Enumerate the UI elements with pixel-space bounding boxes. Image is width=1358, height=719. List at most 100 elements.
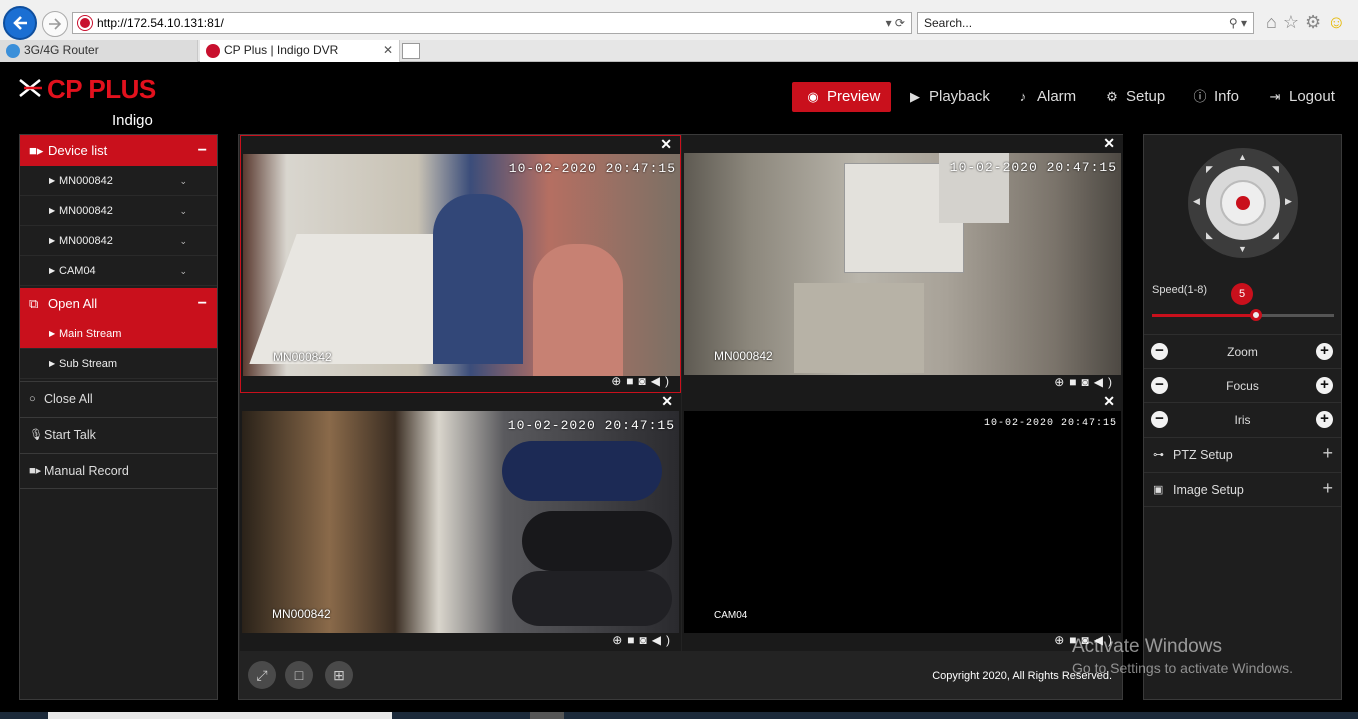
- refresh-icon[interactable]: ▾ ⟳: [886, 13, 905, 33]
- collapse-icon[interactable]: −: [198, 135, 207, 166]
- speed-slider[interactable]: [1152, 309, 1334, 321]
- stream-sub[interactable]: ▶ Sub Stream: [20, 349, 217, 379]
- ptz-direction-pad[interactable]: ▲ ▼ ◀ ▶ ◤ ◥ ◣ ◢: [1188, 148, 1298, 258]
- smiley-icon[interactable]: ☺: [1327, 12, 1351, 32]
- cp-plus-favicon-icon: [206, 44, 220, 58]
- snapshot-icon[interactable]: ◙: [640, 633, 652, 647]
- ptz-center-button[interactable]: [1220, 180, 1266, 226]
- activate-windows-title: Activate Windows: [1072, 636, 1222, 657]
- snapshot-icon[interactable]: ◙: [639, 374, 651, 388]
- nav-playback[interactable]: ▶ Playback: [908, 82, 990, 112]
- nav-alarm[interactable]: ♪ Alarm: [1016, 82, 1076, 112]
- zoom-in-icon[interactable]: ⊕: [1054, 375, 1069, 389]
- close-icon[interactable]: ✕: [1103, 135, 1115, 152]
- volume-icon[interactable]: ◀): [1094, 375, 1117, 389]
- chevron-down-icon[interactable]: ⌄: [179, 226, 187, 256]
- expand-plus-icon[interactable]: +: [1322, 471, 1333, 506]
- snapshot-icon[interactable]: ◙: [1082, 375, 1094, 389]
- dvr-app: CP PLUS Indigo ◉ Preview ▶ Playback ♪ Alarm…: [0, 62, 1358, 712]
- close-all-button[interactable]: ○ Close All: [20, 381, 217, 417]
- settings-gear-icon[interactable]: ⚙: [1305, 12, 1327, 32]
- stream-main[interactable]: ▶ Main Stream: [20, 319, 217, 349]
- expand-plus-icon[interactable]: +: [1322, 436, 1333, 471]
- image-setup-section[interactable]: ▣ Image Setup +: [1144, 472, 1341, 507]
- nav-setup[interactable]: ⚙ Setup: [1105, 82, 1165, 112]
- quad-view-button[interactable]: ⊞: [325, 661, 353, 689]
- chevron-down-icon[interactable]: ⌄: [179, 256, 187, 286]
- fullscreen-icon: ⤢: [256, 667, 268, 683]
- nav-info[interactable]: ⓘ Info: [1193, 82, 1239, 112]
- zoom-in-button[interactable]: +: [1316, 343, 1333, 360]
- iris-plus-button[interactable]: +: [1316, 411, 1333, 428]
- device-item[interactable]: ▶ CAM04 ⌄: [20, 256, 217, 286]
- chevron-down-icon[interactable]: ⌄: [179, 166, 187, 196]
- record-icon[interactable]: ■: [626, 374, 638, 388]
- device-list-header[interactable]: ■▸ Device list −: [20, 135, 217, 166]
- focus-label: Focus: [1226, 379, 1259, 393]
- taskbar-app[interactable]: [530, 712, 564, 719]
- image-setup-label: Image Setup: [1173, 483, 1244, 497]
- new-tab-button[interactable]: [402, 43, 420, 59]
- device-item[interactable]: ▶ MN000842 ⌄: [20, 166, 217, 196]
- iris-control: − Iris +: [1144, 402, 1341, 436]
- camera-label: MN000842: [273, 350, 332, 364]
- volume-icon[interactable]: ◀): [652, 633, 675, 647]
- arrow-down-right-icon[interactable]: ◢: [1272, 230, 1279, 241]
- speed-slider-handle[interactable]: [1250, 309, 1262, 321]
- close-icon[interactable]: ✕: [660, 136, 672, 153]
- taskbar-search[interactable]: [48, 712, 392, 719]
- record-icon[interactable]: ■: [627, 633, 639, 647]
- timestamp: 10-02-2020 20:47:15: [983, 418, 1117, 429]
- video-cell[interactable]: ✕ 10-02-2020 20:47:15 MN000842 ⊕■◙◀): [240, 393, 681, 651]
- device-item[interactable]: ▶ MN000842 ⌄: [20, 226, 217, 256]
- collapse-icon[interactable]: −: [198, 288, 207, 319]
- search-icon[interactable]: ⚲ ▾: [1229, 13, 1247, 33]
- nav-logout[interactable]: ⇥ Logout: [1268, 82, 1335, 112]
- single-view-button[interactable]: □: [285, 661, 313, 689]
- timestamp: 10-02-2020 20:47:15: [508, 161, 676, 176]
- tab-label: 3G/4G Router: [24, 43, 99, 57]
- cell-controls: ⊕■◙◀): [1054, 375, 1117, 393]
- tab-router[interactable]: 3G/4G Router: [0, 40, 198, 62]
- timestamp: 10-02-2020 20:47:15: [507, 418, 675, 433]
- focus-plus-button[interactable]: +: [1316, 377, 1333, 394]
- close-icon[interactable]: ✕: [1103, 393, 1115, 410]
- ptz-ring: [1206, 166, 1280, 240]
- video-cell[interactable]: ✕ 10-02-2020 20:47:15 MN000842 ⊕■◙◀): [240, 135, 681, 393]
- arrow-up-icon[interactable]: ▲: [1238, 152, 1247, 162]
- close-all-label: Close All: [44, 392, 93, 406]
- arrow-up-left-icon[interactable]: ◤: [1206, 164, 1213, 175]
- address-bar[interactable]: http://172.54.10.131:81/ ▾ ⟳: [72, 12, 912, 34]
- arrow-down-icon[interactable]: ▼: [1238, 244, 1247, 254]
- cp-plus-x-icon: [19, 79, 42, 97]
- arrow-left-icon[interactable]: ◀: [1193, 196, 1200, 207]
- home-icon[interactable]: ⌂: [1266, 12, 1283, 32]
- fullscreen-button[interactable]: ⤢: [248, 661, 276, 689]
- forward-button[interactable]: [42, 11, 68, 37]
- zoom-in-icon[interactable]: ⊕: [1054, 633, 1069, 647]
- manual-record-button[interactable]: ■▸ Manual Record: [20, 453, 217, 489]
- close-icon[interactable]: ✕: [661, 393, 673, 410]
- arrow-right-icon[interactable]: ▶: [1285, 196, 1292, 207]
- close-icon[interactable]: ✕: [383, 40, 393, 61]
- zoom-in-icon[interactable]: ⊕: [611, 374, 626, 388]
- ptz-setup-section[interactable]: ⊶ PTZ Setup +: [1144, 437, 1341, 472]
- nav-preview[interactable]: ◉ Preview: [792, 82, 891, 112]
- open-all-header[interactable]: ⧉ Open All −: [20, 288, 217, 319]
- record-icon[interactable]: ■: [1069, 375, 1081, 389]
- volume-icon[interactable]: ◀): [651, 374, 674, 388]
- brand-sub: Indigo: [112, 112, 153, 129]
- favorites-star-icon[interactable]: ☆: [1283, 12, 1305, 32]
- start-talk-button[interactable]: 🎙 Start Talk: [20, 417, 217, 453]
- chevron-down-icon[interactable]: ⌄: [179, 196, 187, 226]
- site-favicon-icon: [78, 16, 92, 30]
- video-cell[interactable]: ✕ 10-02-2020 20:47:15 MN000842 ⊕■◙◀): [682, 135, 1123, 393]
- video-cell[interactable]: ✕ 10-02-2020 20:47:15 CAM04 ⊕■◙◀): [682, 393, 1123, 651]
- zoom-in-icon[interactable]: ⊕: [612, 633, 627, 647]
- arrow-down-left-icon[interactable]: ◣: [1206, 230, 1213, 241]
- device-item[interactable]: ▶ MN000842 ⌄: [20, 196, 217, 226]
- search-input[interactable]: Search... ⚲ ▾: [917, 12, 1254, 34]
- tab-dvr[interactable]: CP Plus | Indigo DVR ✕: [200, 40, 400, 62]
- arrow-up-right-icon[interactable]: ◥: [1272, 164, 1279, 175]
- back-button[interactable]: [3, 6, 37, 40]
